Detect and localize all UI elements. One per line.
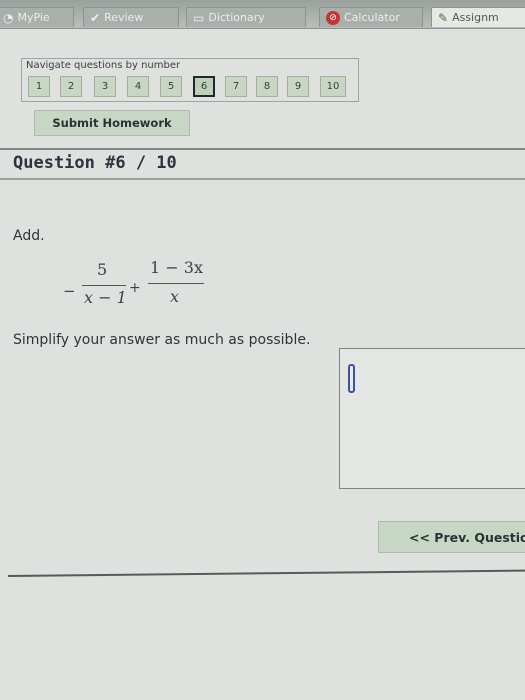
fraction-2-denominator: x <box>170 287 180 306</box>
divider <box>7 569 525 577</box>
checkmark-icon: ✔ <box>90 10 101 25</box>
pie-icon: ◔ <box>3 10 14 25</box>
tool-tabs-bar: ◔ MyPie ✔ Review ▭ Dictionary ⊘ Calculat… <box>0 0 525 29</box>
question-button-3[interactable]: 3 <box>94 76 116 97</box>
fraction-1-denominator: x − 1 <box>84 288 127 307</box>
text-cursor-icon <box>348 364 355 393</box>
tab-dictionary-label: Dictionary <box>208 11 265 24</box>
pencil-icon: ✎ <box>438 10 449 25</box>
tab-mypie-label: MyPie <box>17 11 50 24</box>
book-icon: ▭ <box>193 10 205 25</box>
question-button-10[interactable]: 10 <box>320 76 346 97</box>
prev-question-button[interactable]: << Prev. Questio <box>378 521 525 553</box>
calculator-icon: ⊘ <box>326 10 340 25</box>
fraction-2-numerator: 1 − 3x <box>150 258 203 277</box>
question-button-8[interactable]: 8 <box>256 76 278 97</box>
question-button-7[interactable]: 7 <box>225 76 247 97</box>
fraction-2-bar <box>148 283 204 284</box>
expression-sign: − <box>63 282 76 300</box>
tab-calculator-label: Calculator <box>344 11 400 24</box>
question-button-1[interactable]: 1 <box>28 76 50 97</box>
question-button-9[interactable]: 9 <box>287 76 309 97</box>
question-title: Question #6 / 10 <box>13 153 177 173</box>
tab-mypie[interactable]: ◔ MyPie <box>0 7 74 27</box>
question-button-5[interactable]: 5 <box>160 76 182 97</box>
submit-homework-button[interactable]: Submit Homework <box>34 110 190 136</box>
tab-review[interactable]: ✔ Review <box>83 7 179 27</box>
tab-review-label: Review <box>104 11 144 24</box>
question-prompt: Simplify your answer as much as possible… <box>13 332 311 348</box>
question-button-2[interactable]: 2 <box>60 76 82 97</box>
tab-calculator[interactable]: ⊘ Calculator <box>319 7 423 27</box>
fraction-1-numerator: 5 <box>97 260 108 279</box>
answer-input[interactable] <box>339 348 525 489</box>
question-button-6-current[interactable]: 6 <box>193 76 215 97</box>
question-instruction: Add. <box>13 228 45 244</box>
tab-dictionary[interactable]: ▭ Dictionary <box>186 7 306 27</box>
fraction-1-bar <box>82 285 126 286</box>
question-button-4[interactable]: 4 <box>127 76 149 97</box>
expression-operator: + <box>129 280 141 296</box>
navigator-label: Navigate questions by number <box>26 60 181 71</box>
tab-assignments[interactable]: ✎ Assignm <box>431 7 525 27</box>
tab-assignments-label: Assignm <box>452 11 499 24</box>
